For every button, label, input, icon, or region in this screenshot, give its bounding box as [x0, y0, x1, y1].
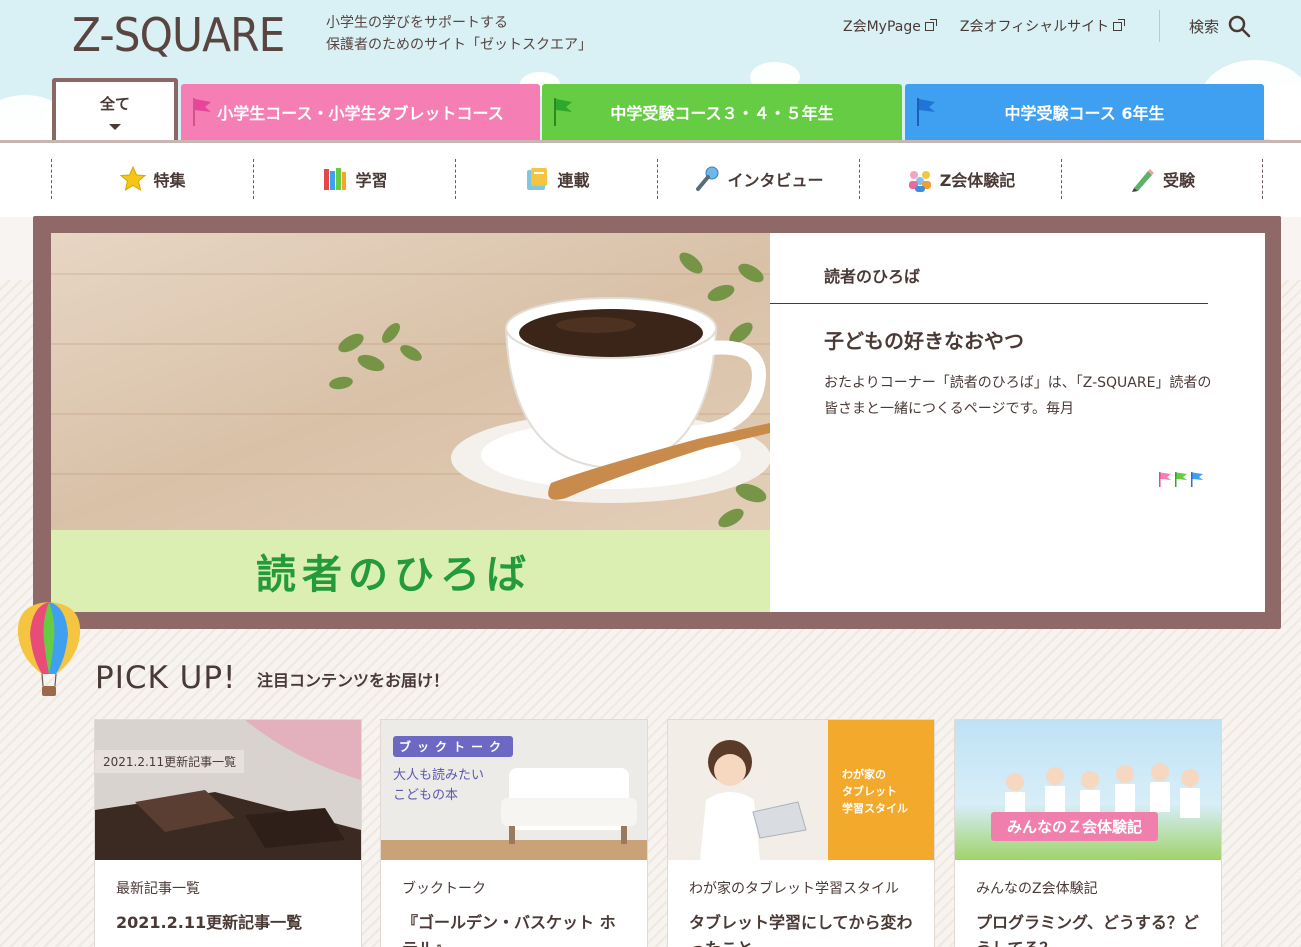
category-experience[interactable]: Z会体験記 [859, 159, 1061, 199]
category-interview-label: インタビュー [727, 171, 824, 190]
pickup-title: PICK UP! [95, 660, 237, 696]
coffee-cup-illustration [329, 252, 770, 528]
booktalk-badge: ブックトーク [393, 736, 514, 757]
category-nav: 特集 学習 連載 インタビュー Z会体験記 受験 [0, 140, 1301, 217]
hero-image[interactable]: 読者のひろば [51, 233, 770, 612]
card-image-label: みんなのＺ会体験記 [991, 812, 1159, 841]
card-category: みんなのZ会体験記 [976, 881, 1098, 897]
category-feature-label: 特集 [153, 171, 186, 190]
header-divider [1159, 10, 1160, 42]
category-study[interactable]: 学習 [253, 159, 455, 199]
tab-exam-345-label: 中学受験コース３・４・５年生 [610, 104, 834, 123]
mypage-link[interactable]: Z会MyPage [843, 16, 937, 36]
tagline-line-1: 小学生の学びをサポートする [326, 15, 508, 31]
green-flag-icon [554, 98, 572, 126]
pickup-card-latest[interactable]: 2021.2.11更新記事一覧 最新記事一覧 2021.2.11更新記事一覧 [95, 720, 361, 947]
tab-exam-6[interactable]: 中学受験コース 6年生 [905, 84, 1264, 140]
pencil-icon [1131, 169, 1154, 192]
pickup-subtitle: 注目コンテンツをお届け！ [257, 671, 450, 690]
card-category: 最新記事一覧 [116, 881, 200, 897]
category-series[interactable]: 連載 [455, 159, 657, 199]
hero-divider [770, 303, 1208, 304]
card-image-label-3: こどもの本 [393, 788, 459, 803]
mypage-link-label: Z会MyPage [843, 19, 921, 35]
card-image: みんなのＺ会体験記 [955, 720, 1221, 860]
hero-image-caption: 読者のひろば [51, 530, 770, 612]
card-image-label-2: タブレット [842, 785, 897, 798]
external-link-icon [924, 18, 937, 31]
card-image-label-3: 学習スタイル [842, 802, 908, 815]
microphone-icon [696, 166, 719, 191]
search-label: 検索 [1189, 17, 1220, 36]
pink-flag-icon [193, 98, 211, 126]
chocolate-illustration [95, 720, 361, 860]
card-image-label-2: 大人も読みたい [393, 768, 485, 783]
card-image: ブックトーク 大人も読みたい こどもの本 [381, 720, 647, 860]
card-image-label: 2021.2.11更新記事一覧 [95, 750, 245, 773]
books-icon [324, 168, 347, 190]
category-study-label: 学習 [355, 171, 388, 190]
card-image-text: わが家の タブレット 学習スタイル [842, 766, 908, 817]
category-experience-label: Z会体験記 [939, 171, 1016, 190]
tab-exam-345[interactable]: 中学受験コース３・４・５年生 [542, 84, 902, 140]
pink-flag-icon [1159, 472, 1171, 487]
blue-flag-icon [917, 98, 935, 126]
card-title[interactable]: 2021.2.11更新記事一覧 [116, 910, 344, 936]
card-title[interactable]: 『ゴールデン・バスケット ホテル』 [402, 910, 630, 947]
search-icon [1228, 15, 1251, 38]
course-flags [1158, 471, 1206, 487]
official-site-link-label: Z会オフィシャルサイト [959, 19, 1110, 35]
card-title[interactable]: プログラミング、どうする？どうしてる？ [976, 910, 1204, 947]
site-tagline: 小学生の学びをサポートする 保護者のためのサイト「ゼットスクエア」 [326, 12, 592, 56]
card-image-label-1: ブックトーク [393, 736, 514, 757]
site-logo[interactable]: Z-SQUARE [72, 8, 285, 62]
pickup-card-tablet[interactable]: わが家の タブレット 学習スタイル わが家のタブレット学習スタイル タブレット学… [668, 720, 934, 947]
green-flag-icon [1175, 472, 1187, 487]
hot-air-balloon-icon [17, 602, 81, 696]
chevron-down-icon [109, 123, 121, 130]
card-image: わが家の タブレット 学習スタイル [668, 720, 934, 860]
category-exam[interactable]: 受験 [1061, 159, 1263, 199]
people-icon [908, 171, 931, 192]
tagline-line-2: 保護者のためのサイト「ゼットスクエア」 [326, 37, 592, 53]
course-tabs: 全て 小学生コース・小学生タブレットコース 中学受験コース３・４・５年生 中学受… [0, 78, 1301, 140]
pickup-card-experience[interactable]: みんなのＺ会体験記 みんなのZ会体験記 プログラミング、どうする？どうしてる？ [955, 720, 1221, 947]
category-series-label: 連載 [557, 171, 590, 190]
card-category: ブックトーク [402, 881, 486, 897]
card-title[interactable]: タブレット学習にしてから変わったこと [689, 910, 917, 947]
tab-elementary-label: 小学生コース・小学生タブレットコース [217, 104, 504, 123]
hero-card[interactable]: 読者のひろば 子どもの好きなおやつ おたよりコーナー「読者のひろば」は、「Z-S… [770, 233, 1265, 612]
tab-exam-6-label: 中学受験コース 6年生 [1004, 104, 1165, 123]
official-site-link[interactable]: Z会オフィシャルサイト [959, 16, 1126, 36]
hero-description: おたよりコーナー「読者のひろば」は、「Z-SQUARE」読者の皆さまと一緒につく… [824, 375, 1212, 417]
tab-all[interactable]: 全て [52, 78, 178, 140]
category-exam-label: 受験 [1162, 171, 1195, 190]
notebook-icon [527, 168, 548, 190]
search-button[interactable]: 検索 [1189, 14, 1251, 38]
category-interview[interactable]: インタビュー [657, 159, 859, 199]
card-image: 2021.2.11更新記事一覧 [95, 720, 361, 860]
tab-elementary[interactable]: 小学生コース・小学生タブレットコース [181, 84, 540, 140]
hero-category: 読者のひろば [824, 267, 921, 286]
blue-flag-icon [1191, 472, 1203, 487]
hero-title[interactable]: 子どもの好きなおやつ [824, 325, 1024, 354]
card-image-label-1: わが家の [842, 768, 886, 781]
star-icon [120, 165, 147, 192]
external-link-icon [1113, 18, 1126, 31]
pickup-card-booktalk[interactable]: ブックトーク 大人も読みたい こどもの本 ブックトーク 『ゴールデン・バスケット… [381, 720, 647, 947]
category-feature[interactable]: 特集 [51, 159, 253, 199]
tab-all-label: 全て [99, 94, 130, 113]
card-category: わが家のタブレット学習スタイル [689, 881, 899, 897]
header-links: Z会MyPage Z会オフィシャルサイト [843, 16, 1148, 36]
